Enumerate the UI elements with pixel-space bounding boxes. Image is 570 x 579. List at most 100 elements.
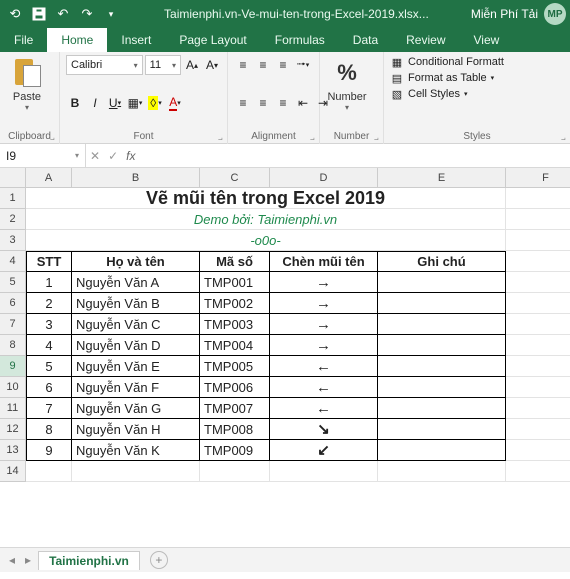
cell[interactable] — [270, 461, 378, 482]
cell[interactable]: Nguyễn Văn A — [72, 272, 200, 293]
align-bottom-icon[interactable]: ≡ — [274, 55, 292, 75]
fill-color-button[interactable]: ◊▾ — [146, 93, 164, 113]
name-box[interactable]: I9▾ — [0, 144, 86, 167]
grid-area[interactable]: ABCDEF 1234567891011121314 Vẽ mũi tên tr… — [0, 168, 570, 548]
tab-formulas[interactable]: Formulas — [261, 28, 339, 52]
demo-cell[interactable]: Demo bởi: Taimienphi.vn — [26, 209, 506, 230]
cell[interactable] — [506, 440, 570, 461]
col-header-C[interactable]: C — [200, 168, 270, 188]
new-sheet-button[interactable]: + — [150, 551, 168, 569]
cell[interactable]: TMP009 — [200, 440, 270, 461]
font-name-combo[interactable]: Calibri▾ — [66, 55, 143, 75]
orientation-icon[interactable]: ⭬▾ — [294, 55, 312, 75]
undo-icon[interactable]: ↶ — [52, 3, 74, 25]
align-middle-icon[interactable]: ≡ — [254, 55, 272, 75]
cell[interactable]: Nguyễn Văn C — [72, 314, 200, 335]
cell[interactable]: 5 — [26, 356, 72, 377]
row-header-6[interactable]: 6 — [0, 293, 26, 314]
cell[interactable] — [378, 440, 506, 461]
cell[interactable]: ← — [270, 398, 378, 419]
header-cell[interactable]: Ghi chú — [378, 251, 506, 272]
cell[interactable] — [506, 188, 570, 209]
cell[interactable] — [378, 314, 506, 335]
cell[interactable]: TMP006 — [200, 377, 270, 398]
fx-icon[interactable]: fx — [126, 149, 135, 163]
cell[interactable]: Nguyễn Văn D — [72, 335, 200, 356]
tab-nav-next-icon[interactable]: ▸ — [22, 553, 34, 567]
cell[interactable] — [506, 230, 570, 251]
indent-dec-icon[interactable]: ⇤ — [294, 93, 312, 113]
cell[interactable]: TMP005 — [200, 356, 270, 377]
cell[interactable]: ↙ — [270, 440, 378, 461]
select-all-corner[interactable] — [0, 168, 26, 188]
conditional-formatting-button[interactable]: ▦Conditional Formatt — [390, 55, 564, 69]
sheet-tab[interactable]: Taimienphi.vn — [38, 551, 140, 570]
cell[interactable] — [26, 461, 72, 482]
qat-dropdown-icon[interactable]: ▾ — [100, 3, 122, 25]
tab-home[interactable]: Home — [47, 28, 107, 52]
cell[interactable]: Nguyễn Văn B — [72, 293, 200, 314]
tab-page-layout[interactable]: Page Layout — [165, 28, 260, 52]
increase-font-icon[interactable]: A▴ — [183, 55, 201, 75]
redo-icon[interactable]: ↷ — [76, 3, 98, 25]
cell[interactable] — [506, 209, 570, 230]
title-cell[interactable]: Vẽ mũi tên trong Excel 2019 — [26, 188, 506, 209]
cell[interactable]: Nguyễn Văn F — [72, 377, 200, 398]
col-header-B[interactable]: B — [72, 168, 200, 188]
format-as-table-button[interactable]: ▤Format as Table ▾ — [390, 71, 564, 85]
cell[interactable]: Nguyễn Văn G — [72, 398, 200, 419]
cell[interactable]: 2 — [26, 293, 72, 314]
font-color-button[interactable]: A▾ — [166, 93, 184, 113]
decrease-font-icon[interactable]: A▾ — [203, 55, 221, 75]
cell[interactable] — [506, 314, 570, 335]
cell[interactable] — [378, 356, 506, 377]
align-left-icon[interactable]: ≡ — [234, 93, 252, 113]
save-icon[interactable] — [28, 3, 50, 25]
cell[interactable]: Nguyễn Văn H — [72, 419, 200, 440]
cell[interactable] — [200, 461, 270, 482]
align-top-icon[interactable]: ≡ — [234, 55, 252, 75]
cell[interactable] — [378, 398, 506, 419]
cell[interactable] — [378, 461, 506, 482]
header-cell[interactable]: Mã số — [200, 251, 270, 272]
user-name[interactable]: Miễn Phí Tải — [471, 7, 538, 21]
sheet-cells[interactable]: Vẽ mũi tên trong Excel 2019Demo bởi: Tai… — [26, 188, 570, 482]
cell[interactable] — [506, 377, 570, 398]
sep-cell[interactable]: -o0o- — [26, 230, 506, 251]
row-header-7[interactable]: 7 — [0, 314, 26, 335]
cell[interactable]: Nguyễn Văn E — [72, 356, 200, 377]
row-header-5[interactable]: 5 — [0, 272, 26, 293]
cell[interactable] — [506, 461, 570, 482]
cell[interactable] — [378, 272, 506, 293]
avatar[interactable]: MP — [544, 3, 566, 25]
row-header-3[interactable]: 3 — [0, 230, 26, 251]
cell[interactable] — [378, 335, 506, 356]
bold-button[interactable]: B — [66, 93, 84, 113]
cell[interactable]: → — [270, 272, 378, 293]
cell[interactable] — [506, 419, 570, 440]
cell[interactable]: ← — [270, 377, 378, 398]
row-header-4[interactable]: 4 — [0, 251, 26, 272]
cell[interactable]: ← — [270, 356, 378, 377]
align-right-icon[interactable]: ≡ — [274, 93, 292, 113]
cell[interactable]: 7 — [26, 398, 72, 419]
tab-file[interactable]: File — [0, 28, 47, 52]
row-header-2[interactable]: 2 — [0, 209, 26, 230]
row-header-9[interactable]: 9 — [0, 356, 26, 377]
cell[interactable] — [506, 356, 570, 377]
cell[interactable]: 4 — [26, 335, 72, 356]
tab-view[interactable]: View — [460, 28, 514, 52]
italic-button[interactable]: I — [86, 93, 104, 113]
col-header-A[interactable]: A — [26, 168, 72, 188]
row-header-12[interactable]: 12 — [0, 419, 26, 440]
cell[interactable]: TMP007 — [200, 398, 270, 419]
row-header-10[interactable]: 10 — [0, 377, 26, 398]
tab-review[interactable]: Review — [392, 28, 459, 52]
cell[interactable]: TMP008 — [200, 419, 270, 440]
number-format-button[interactable]: % Number ▾ — [326, 55, 368, 112]
header-cell[interactable]: Chèn mũi tên — [270, 251, 378, 272]
cell[interactable]: TMP004 — [200, 335, 270, 356]
cell[interactable]: Nguyễn Văn K — [72, 440, 200, 461]
border-button[interactable]: ▦▾ — [126, 93, 144, 113]
cell[interactable] — [506, 335, 570, 356]
